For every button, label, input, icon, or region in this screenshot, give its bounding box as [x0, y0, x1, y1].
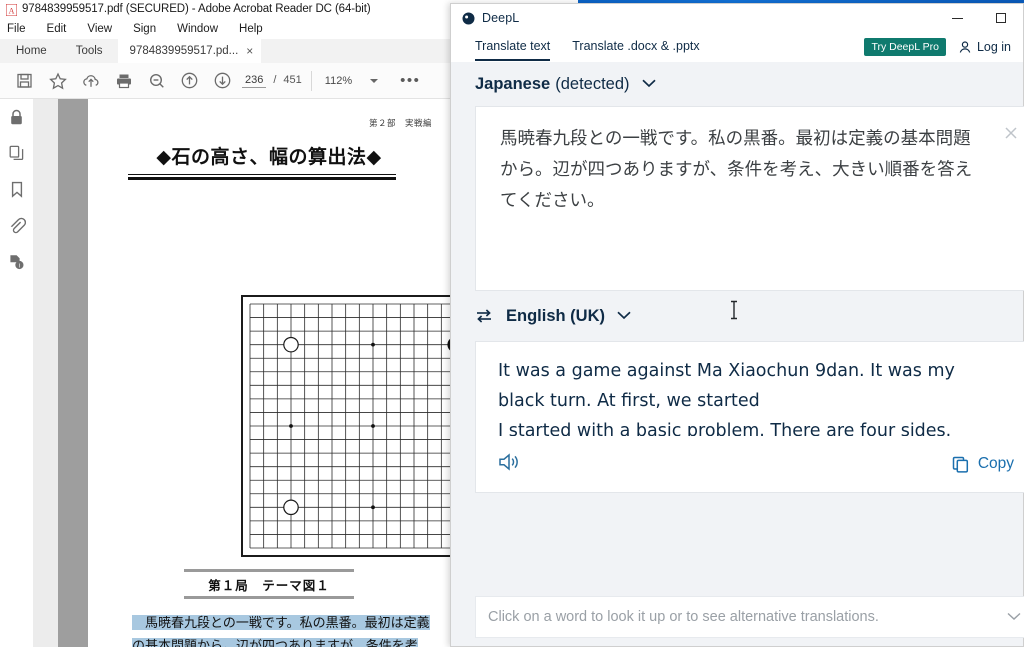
- pdf-title-rule: [128, 174, 396, 180]
- source-language-name: Japanese: [475, 74, 551, 93]
- chevron-down-icon[interactable]: [641, 75, 657, 93]
- bookmark-icon[interactable]: [0, 171, 33, 207]
- dictionary-bar[interactable]: Click on a word to look it up or to see …: [475, 596, 1024, 638]
- menu-window[interactable]: Window: [177, 23, 218, 35]
- menu-sign[interactable]: Sign: [133, 23, 156, 35]
- deepl-navbar-right: Try DeepL Pro Log in: [864, 38, 1011, 56]
- tab-translate-text[interactable]: Translate text: [475, 39, 551, 61]
- close-icon[interactable]: [1002, 124, 1022, 144]
- login-label: Log in: [976, 40, 1011, 54]
- deepl-window: DeepL Translate text Translate .docx & .…: [450, 3, 1024, 647]
- copy-label: Copy: [977, 455, 1014, 472]
- deepl-titlebar: DeepL: [451, 4, 1023, 32]
- page-down-icon[interactable]: [206, 64, 239, 97]
- tab-tools[interactable]: Tools: [61, 39, 118, 63]
- chevron-down-icon[interactable]: [1006, 608, 1022, 626]
- tab-close-icon[interactable]: ×: [246, 45, 253, 57]
- deepl-body: Japanese (detected) 馬暁春九段との一戦です。私の黒番。最初は…: [451, 62, 1024, 646]
- pdf-running-head: 第２部 実戦編: [368, 118, 432, 128]
- sidebar-gutter: [33, 99, 80, 647]
- zoom-value: 112%: [324, 74, 353, 87]
- text-cursor-icon: [729, 300, 739, 320]
- chevron-down-icon[interactable]: [370, 78, 379, 83]
- chevron-down-icon[interactable]: [616, 307, 632, 325]
- deepl-navbar: Translate text Translate .docx & .pptx T…: [451, 32, 1023, 63]
- svg-text:i: i: [19, 263, 20, 269]
- zoom-control[interactable]: 112%: [323, 74, 379, 87]
- page-indicator: 236 / 451: [242, 74, 302, 88]
- page-total: 451: [283, 73, 302, 86]
- try-deepl-pro-button[interactable]: Try DeepL Pro: [864, 38, 946, 56]
- menu-edit[interactable]: Edit: [47, 23, 67, 35]
- selected-text: 馬暁春九段との一戦です。私の黒番。最初は定義の基本問題から。辺が四つありますが、…: [132, 615, 430, 647]
- menu-view[interactable]: View: [87, 23, 112, 35]
- user-icon: [959, 41, 971, 53]
- toolbar-divider: [310, 70, 312, 91]
- tab-home[interactable]: Home: [0, 39, 61, 63]
- deepl-app-title: DeepL: [482, 11, 520, 25]
- toolbar-more-icon[interactable]: •••: [400, 73, 420, 88]
- document-info-icon[interactable]: i: [0, 243, 33, 279]
- copy-button[interactable]: Copy: [951, 455, 1014, 474]
- page-number-input[interactable]: 236: [242, 74, 267, 88]
- caption-text: 第１局 テーマ図１: [208, 579, 330, 593]
- pdf-page: 第２部 実戦編 ◆石の高さ、幅の算出法◆ 第１局 テーマ図１ 馬暁春九段との一戦…: [88, 99, 450, 647]
- minimize-icon[interactable]: [935, 4, 979, 32]
- upload-cloud-icon[interactable]: [74, 64, 107, 97]
- tab-document[interactable]: 9784839959517.pd... ×: [117, 39, 262, 63]
- pdf-figure-caption: 第１局 テーマ図１: [88, 569, 450, 599]
- tab-translate-files[interactable]: Translate .docx & .pptx: [572, 39, 699, 55]
- source-language-selector[interactable]: Japanese (detected): [451, 62, 1023, 106]
- acrobat-sidebar-rail: i: [0, 99, 33, 647]
- save-icon[interactable]: [8, 64, 41, 97]
- pdf-body-text[interactable]: 馬暁春九段との一戦です。私の黒番。最初は定義の基本問題から。辺が四つありますが、…: [132, 611, 442, 647]
- print-icon[interactable]: [107, 64, 140, 97]
- target-actions: Copy: [476, 436, 1024, 492]
- source-text[interactable]: 馬暁春九段との一戦です。私の黒番。最初は定義の基本問題から。辺が四つありますが、…: [476, 107, 1024, 217]
- go-board-diagram: [241, 295, 450, 557]
- maximize-icon[interactable]: [979, 4, 1023, 32]
- menu-help[interactable]: Help: [239, 23, 263, 35]
- page-background-gutter: [58, 99, 88, 647]
- pdf-section-title: ◆石の高さ、幅の算出法◆: [156, 147, 382, 168]
- acrobat-app-icon: A: [5, 3, 18, 17]
- source-text-box[interactable]: 馬暁春九段との一戦です。私の黒番。最初は定義の基本問題から。辺が四つありますが、…: [475, 106, 1024, 291]
- speaker-icon[interactable]: [498, 451, 524, 478]
- svg-text:A: A: [9, 7, 15, 16]
- deepl-window-controls: [935, 4, 1023, 32]
- login-button[interactable]: Log in: [958, 40, 1011, 54]
- deepl-logo-icon: [462, 12, 475, 25]
- acrobat-window-title: 9784839959517.pdf (SECURED) - Adobe Acro…: [22, 3, 371, 15]
- swap-languages-icon[interactable]: [475, 308, 493, 324]
- star-icon[interactable]: [41, 64, 74, 97]
- caption-rule-bottom: [184, 596, 354, 599]
- zoom-out-icon[interactable]: [140, 64, 173, 97]
- menu-file[interactable]: File: [7, 23, 26, 35]
- target-language-name: English (UK): [506, 306, 605, 325]
- copy-icon: [952, 456, 968, 473]
- page-up-icon[interactable]: [173, 64, 206, 97]
- attachment-icon[interactable]: [0, 207, 33, 243]
- page-separator: /: [273, 73, 277, 86]
- source-language-detected: (detected): [555, 74, 630, 93]
- target-text-box[interactable]: It was a game against Ma Xiaochun 9dan. …: [475, 341, 1024, 493]
- dictionary-placeholder: Click on a word to look it up or to see …: [488, 609, 879, 625]
- lock-icon[interactable]: [0, 99, 33, 135]
- pages-icon[interactable]: [0, 135, 33, 171]
- translated-line-1: It was a game against Ma Xiaochun 9dan. …: [498, 361, 955, 411]
